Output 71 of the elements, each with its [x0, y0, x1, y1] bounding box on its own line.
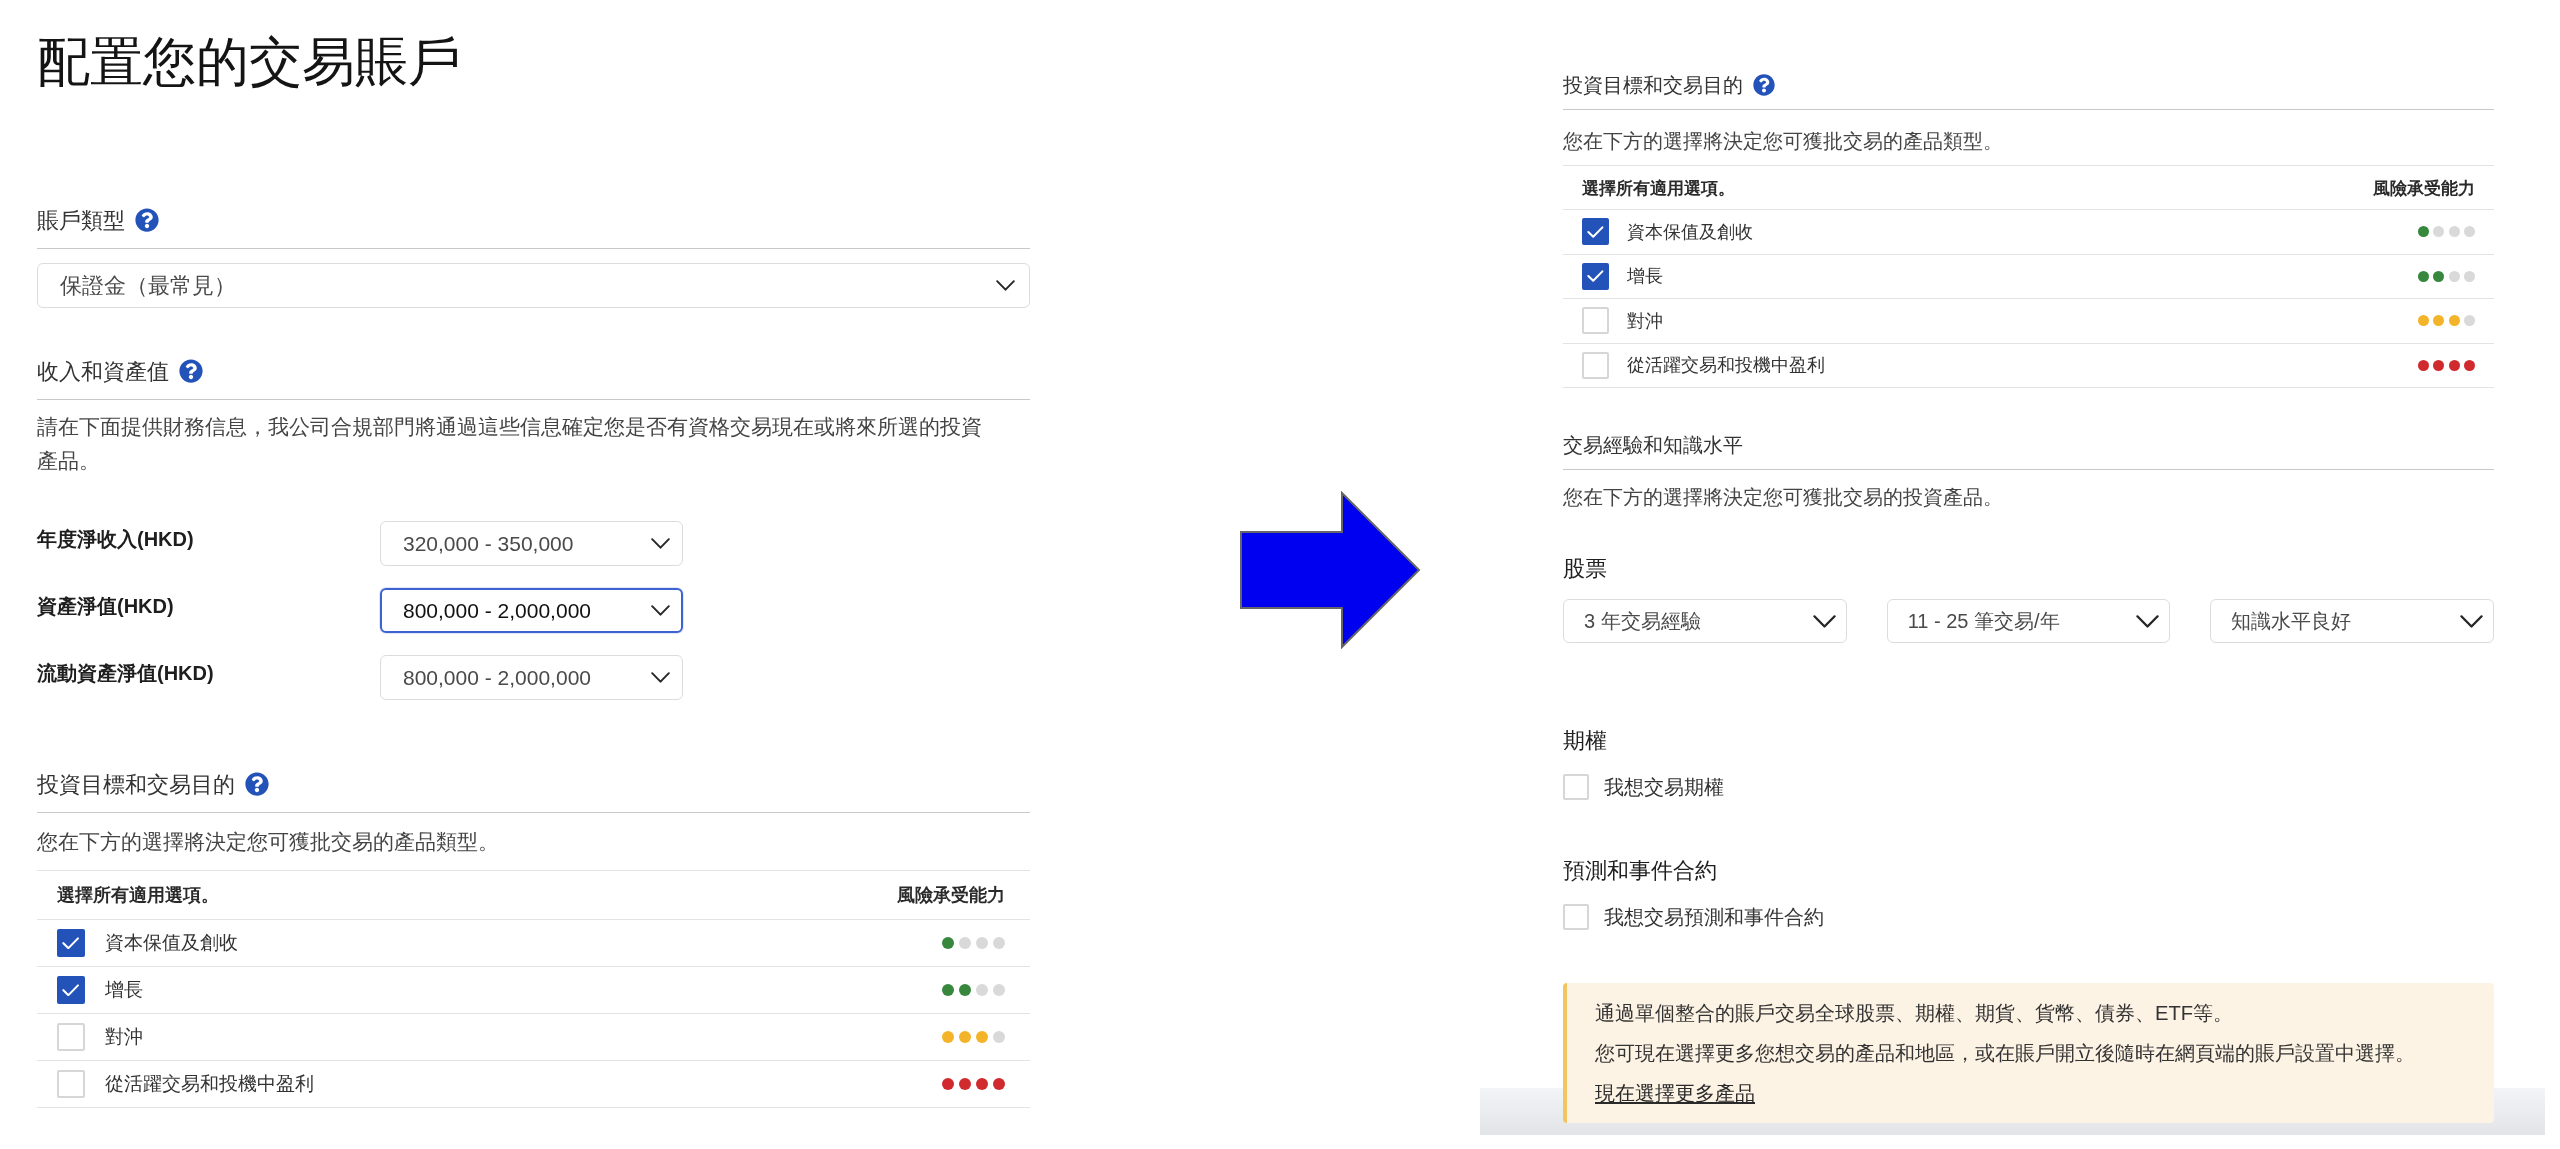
- option-label: 增長: [1627, 265, 1664, 289]
- checkbox-label: 我想交易預測和事件合約: [1604, 904, 1824, 930]
- section-description: 請在下面提供財務信息，我公司合規部門將通過這些信息確定您是否有資格交易現在或將來所選的投資產品。: [37, 414, 983, 474]
- rating-dot-icon: [993, 984, 1005, 996]
- checkbox[interactable]: [57, 976, 85, 1004]
- option-label: 資本保值及創收: [105, 931, 239, 955]
- field-label: 資產淨值(HKD): [37, 594, 175, 618]
- check-icon: [62, 983, 80, 997]
- rating-dot-icon: [993, 1031, 1005, 1043]
- select-dropdown[interactable]: 800,000 - 2,000,000: [380, 588, 683, 633]
- select-dropdown[interactable]: 知識水平良好: [2210, 599, 2494, 643]
- product-heading: 預測和事件合約: [1563, 857, 1717, 885]
- rating-dot-icon: [993, 937, 1005, 949]
- select-dropdown[interactable]: 保證金（最常見）: [37, 263, 1030, 308]
- select-dropdown[interactable]: 800,000 - 2,000,000: [380, 655, 683, 700]
- section-heading: 收入和資產值: [37, 358, 169, 386]
- notice-text: 您可現在選擇更多您想交易的產品和地區，或在賬戶開立後隨時在網頁端的賬戶設置中選擇。: [1595, 1041, 2415, 1066]
- notice-text: 通過單個整合的賬戶交易全球股票、期權、期貨、貨幣、債券、ETF等。: [1595, 1001, 2234, 1026]
- option-label: 增長: [105, 978, 144, 1002]
- rating-dot-icon: [2464, 226, 2475, 238]
- section-description: 您在下方的選擇將決定您可獲批交易的產品類型。: [1563, 129, 2003, 154]
- chevron-down-icon: [651, 538, 670, 549]
- section-heading: 交易經驗和知識水平: [1563, 433, 1743, 458]
- rating-dot-icon: [2464, 315, 2475, 327]
- chevron-down-icon: [2136, 614, 2160, 628]
- section-description: 您在下方的選擇將決定您可獲批交易的投資產品。: [1563, 485, 2003, 510]
- field-label: 年度淨收入(HKD): [37, 527, 195, 551]
- rating-dot-icon: [2448, 226, 2460, 238]
- select-dropdown[interactable]: 320,000 - 350,000: [380, 521, 683, 566]
- chevron-down-icon: [1812, 614, 1836, 628]
- help-icon[interactable]: [179, 359, 203, 383]
- column-header: 風險承受能力: [897, 884, 1005, 907]
- help-icon[interactable]: [135, 208, 159, 232]
- more-products-link[interactable]: 現在選擇更多產品: [1595, 1073, 1755, 1113]
- check-icon: [62, 936, 80, 950]
- option-label: 資本保值及創收: [1627, 220, 1754, 244]
- chevron-down-icon: [2460, 614, 2483, 628]
- rating-dot-icon: [976, 937, 988, 949]
- checkbox[interactable]: [57, 929, 85, 957]
- chevron-down-icon: [651, 605, 670, 616]
- option-label: 對沖: [1627, 309, 1664, 333]
- check-icon: [1587, 270, 1604, 283]
- column-header: 選擇所有適用選項。: [1582, 176, 1735, 200]
- option-label: 從活躍交易和投機中盈利: [105, 1072, 315, 1096]
- column-header: 選擇所有適用選項。: [57, 884, 219, 907]
- help-icon[interactable]: [1753, 74, 1775, 96]
- field-label: 流動資產淨值(HKD): [37, 661, 215, 685]
- rating-dot-icon: [2464, 270, 2475, 282]
- select-dropdown[interactable]: 3 年交易經驗: [1563, 599, 1847, 643]
- checkbox[interactable]: [1582, 218, 1609, 246]
- checkbox-label: 我想交易期權: [1604, 774, 1724, 800]
- rating-dot-icon: [959, 937, 971, 949]
- page-title: 配置您的交易賬戶: [37, 31, 461, 93]
- select-dropdown[interactable]: 11 - 25 筆交易/年: [1886, 599, 2171, 643]
- product-heading: 期權: [1563, 727, 1607, 755]
- option-label: 對沖: [105, 1025, 144, 1049]
- section-heading: 賬戶類型: [37, 207, 125, 235]
- chevron-down-icon: [651, 672, 670, 683]
- help-icon[interactable]: [245, 772, 269, 796]
- section-heading: 投資目標和交易目的: [1563, 73, 1743, 98]
- option-label: 從活躍交易和投機中盈利: [1627, 354, 1826, 378]
- rating-dot-icon: [976, 984, 988, 996]
- rating-dot-icon: [2448, 270, 2460, 282]
- chevron-down-icon: [996, 280, 1015, 291]
- section-heading: 投資目標和交易目的: [37, 771, 235, 799]
- section-description: 您在下方的選擇將決定您可獲批交易的產品類型。: [37, 829, 499, 856]
- rating-dot-icon: [2433, 226, 2445, 238]
- column-header: 風險承受能力: [2373, 176, 2475, 200]
- check-icon: [1587, 225, 1604, 238]
- product-heading: 股票: [1563, 555, 1607, 583]
- checkbox[interactable]: [1582, 262, 1609, 290]
